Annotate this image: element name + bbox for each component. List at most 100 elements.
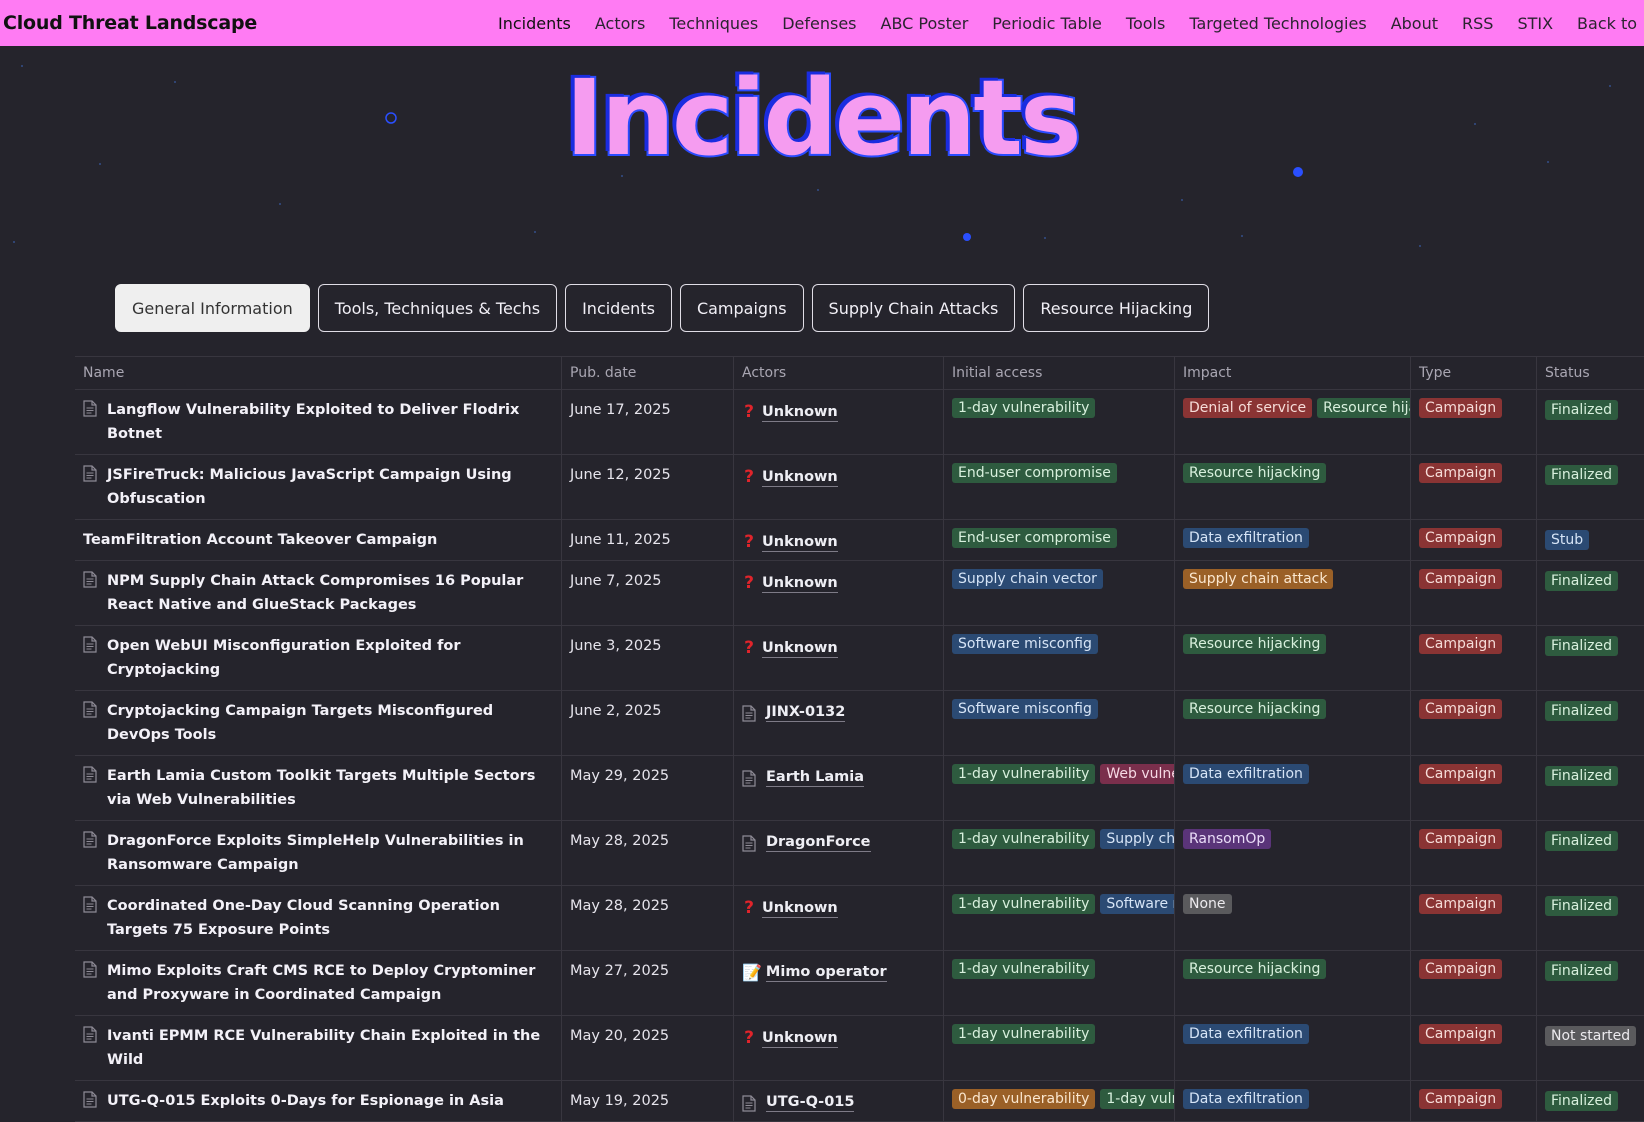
nav-link-abc-poster[interactable]: ABC Poster <box>881 14 969 33</box>
incident-name[interactable]: DragonForce Exploits SimpleHelp Vulnerab… <box>83 829 553 877</box>
column-header[interactable]: Initial access <box>944 357 1175 389</box>
actor-name[interactable]: Unknown <box>762 899 838 918</box>
incident-name[interactable]: NPM Supply Chain Attack Compromises 16 P… <box>83 569 553 617</box>
table-row[interactable]: Open WebUI Misconfiguration Exploited fo… <box>75 626 1644 691</box>
incident-title[interactable]: Coordinated One-Day Cloud Scanning Opera… <box>107 894 553 942</box>
table-row[interactable]: Earth Lamia Custom Toolkit Targets Multi… <box>75 756 1644 821</box>
incident-title[interactable]: Open WebUI Misconfiguration Exploited fo… <box>107 634 553 682</box>
incident-title[interactable]: NPM Supply Chain Attack Compromises 16 P… <box>107 569 553 617</box>
incident-name[interactable]: Coordinated One-Day Cloud Scanning Opera… <box>83 894 553 942</box>
actor-name[interactable]: JINX-0132 <box>766 703 846 722</box>
actor-name[interactable]: Mimo operator <box>765 963 887 982</box>
incident-name[interactable]: Open WebUI Misconfiguration Exploited fo… <box>83 634 553 682</box>
tab-incidents[interactable]: Incidents <box>565 284 672 332</box>
nav-link-incidents[interactable]: Incidents <box>498 14 571 33</box>
actor-name[interactable]: UTG-Q-015 <box>766 1093 855 1112</box>
actor-link[interactable]: DragonForce <box>742 833 935 852</box>
status-badge: Finalized <box>1545 701 1619 721</box>
actor-link[interactable]: Earth Lamia <box>742 768 935 787</box>
table-row[interactable]: Mimo Exploits Craft CMS RCE to Deploy Cr… <box>75 951 1644 1016</box>
nav-link-tools[interactable]: Tools <box>1126 14 1165 33</box>
actor-name[interactable]: Unknown <box>762 639 838 658</box>
table-row[interactable]: NPM Supply Chain Attack Compromises 16 P… <box>75 561 1644 626</box>
nav-link-periodic-table[interactable]: Periodic Table <box>992 14 1102 33</box>
incident-title[interactable]: Ivanti EPMM RCE Vulnerability Chain Expl… <box>107 1024 553 1072</box>
column-header[interactable]: Actors <box>734 357 944 389</box>
actor-name[interactable]: Unknown <box>762 1029 838 1048</box>
table-row[interactable]: TeamFiltration Account Takeover Campaign… <box>75 520 1644 561</box>
incident-title[interactable]: DragonForce Exploits SimpleHelp Vulnerab… <box>107 829 553 877</box>
status-cell: Finalized <box>1537 626 1644 690</box>
incident-name[interactable]: Langflow Vulnerability Exploited to Deli… <box>83 398 553 446</box>
incident-name[interactable]: UTG-Q-015 Exploits 0-Days for Espionage … <box>83 1089 553 1113</box>
incident-name[interactable]: Earth Lamia Custom Toolkit Targets Multi… <box>83 764 553 812</box>
actor-name[interactable]: Unknown <box>762 533 838 552</box>
tab-resource-hijacking[interactable]: Resource Hijacking <box>1023 284 1210 332</box>
tab-general-information[interactable]: General Information <box>115 284 310 332</box>
nav-link-stix[interactable]: STIX <box>1517 14 1553 33</box>
incident-name-cell: Coordinated One-Day Cloud Scanning Opera… <box>75 886 562 950</box>
actor-link[interactable]: ? Unknown <box>742 898 935 918</box>
incident-title[interactable]: Earth Lamia Custom Toolkit Targets Multi… <box>107 764 553 812</box>
incident-name[interactable]: Mimo Exploits Craft CMS RCE to Deploy Cr… <box>83 959 553 1007</box>
incident-name[interactable]: TeamFiltration Account Takeover Campaign <box>83 528 553 552</box>
tab-campaigns[interactable]: Campaigns <box>679 284 804 332</box>
actor-name[interactable]: Earth Lamia <box>766 768 865 787</box>
status-badge: Stub <box>1545 530 1590 550</box>
actor-link[interactable]: ? Unknown <box>742 638 935 658</box>
actor-name[interactable]: Unknown <box>762 574 838 593</box>
actor-cell: ? Unknown <box>734 390 944 454</box>
status-badge: Finalized <box>1545 766 1619 786</box>
incident-title[interactable]: Cryptojacking Campaign Targets Misconfig… <box>107 699 553 747</box>
incident-title[interactable]: JSFireTruck: Malicious JavaScript Campai… <box>107 463 553 511</box>
actor-link[interactable]: ? Unknown <box>742 1028 935 1048</box>
nav-link-defenses[interactable]: Defenses <box>782 14 856 33</box>
status-cell: Finalized <box>1537 886 1644 950</box>
table-row[interactable]: Coordinated One-Day Cloud Scanning Opera… <box>75 886 1644 951</box>
tab-supply-chain-attacks[interactable]: Supply Chain Attacks <box>811 284 1016 332</box>
pub-date-cell: June 17, 2025 <box>562 390 734 454</box>
actor-link[interactable]: ? Unknown <box>742 532 935 552</box>
actor-name[interactable]: DragonForce <box>766 833 871 852</box>
table-row[interactable]: Cryptojacking Campaign Targets Misconfig… <box>75 691 1644 756</box>
nav-link-techniques[interactable]: Techniques <box>669 14 758 33</box>
incidents-table: Name Pub. date Actors Initial access Impact T… <box>75 356 1644 1122</box>
tab-tools-techniques-techs[interactable]: Tools, Techniques & Techs <box>317 284 558 332</box>
nav-link-targeted-technologies[interactable]: Targeted Technologies <box>1189 14 1366 33</box>
actor-link[interactable]: JINX-0132 <box>742 703 935 722</box>
table-row[interactable]: DragonForce Exploits SimpleHelp Vulnerab… <box>75 821 1644 886</box>
nav-link-actors[interactable]: Actors <box>595 14 645 33</box>
type-tag: Campaign <box>1419 699 1503 719</box>
actor-name[interactable]: Unknown <box>762 403 838 422</box>
incident-title[interactable]: TeamFiltration Account Takeover Campaign <box>83 528 437 552</box>
column-header[interactable]: Name <box>75 357 562 389</box>
column-header[interactable]: Status <box>1537 357 1644 389</box>
incident-name[interactable]: Cryptojacking Campaign Targets Misconfig… <box>83 699 553 747</box>
table-row[interactable]: JSFireTruck: Malicious JavaScript Campai… <box>75 455 1644 520</box>
table-row[interactable]: UTG-Q-015 Exploits 0-Days for Espionage … <box>75 1081 1644 1122</box>
actor-link[interactable]: 📝 Mimo operator <box>742 963 935 982</box>
actor-link[interactable]: UTG-Q-015 <box>742 1093 935 1112</box>
column-header[interactable]: Type <box>1411 357 1537 389</box>
pub-date-cell: May 19, 2025 <box>562 1081 734 1121</box>
incident-title[interactable]: Langflow Vulnerability Exploited to Deli… <box>107 398 553 446</box>
question-mark-icon: ? <box>744 1028 754 1048</box>
column-header[interactable]: Pub. date <box>562 357 734 389</box>
nav-link-rss[interactable]: RSS <box>1462 14 1493 33</box>
actor-link[interactable]: ? Unknown <box>742 467 935 487</box>
incident-name-cell: Earth Lamia Custom Toolkit Targets Multi… <box>75 756 562 820</box>
incident-title[interactable]: Mimo Exploits Craft CMS RCE to Deploy Cr… <box>107 959 553 1007</box>
actor-name[interactable]: Unknown <box>762 468 838 487</box>
incident-title[interactable]: UTG-Q-015 Exploits 0-Days for Espionage … <box>107 1089 504 1113</box>
column-header[interactable]: Impact <box>1175 357 1411 389</box>
incident-name[interactable]: JSFireTruck: Malicious JavaScript Campai… <box>83 463 553 511</box>
nav-link-about[interactable]: About <box>1391 14 1438 33</box>
nav-link-back-to[interactable]: Back to <box>1577 14 1637 33</box>
table-row[interactable]: Langflow Vulnerability Exploited to Deli… <box>75 390 1644 455</box>
actor-link[interactable]: ? Unknown <box>742 573 935 593</box>
pub-date: May 28, 2025 <box>570 898 670 914</box>
site-brand[interactable]: Cloud Threat Landscape <box>3 12 257 34</box>
actor-link[interactable]: ? Unknown <box>742 402 935 422</box>
table-row[interactable]: Ivanti EPMM RCE Vulnerability Chain Expl… <box>75 1016 1644 1081</box>
incident-name[interactable]: Ivanti EPMM RCE Vulnerability Chain Expl… <box>83 1024 553 1072</box>
